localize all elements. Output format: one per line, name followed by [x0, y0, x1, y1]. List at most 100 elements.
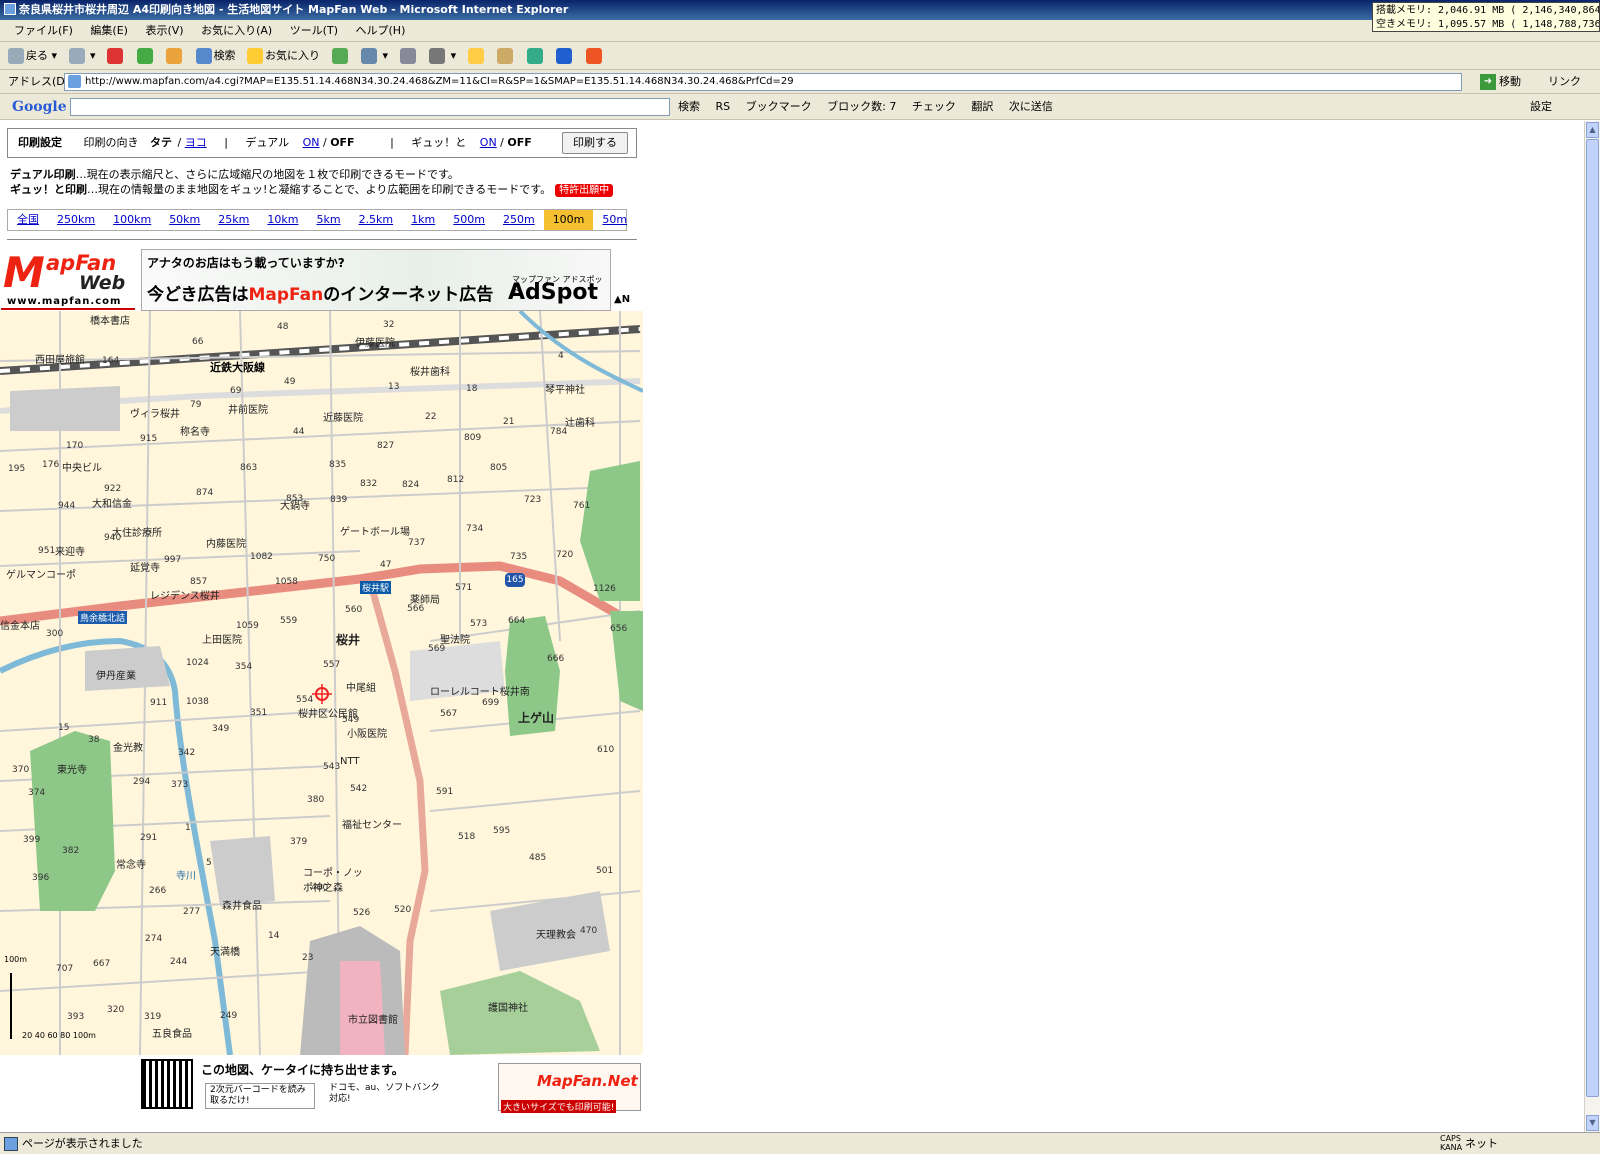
address-input[interactable]: http://www.mapfan.com/a4.cgi?MAP=E135.51… — [64, 73, 1462, 91]
go-button[interactable]: ➜ 移動 — [1480, 72, 1521, 92]
scale-5km[interactable]: 5km — [307, 210, 349, 230]
folder-button[interactable] — [467, 42, 486, 70]
map-label: 延覚寺 — [130, 563, 160, 574]
bookmarks-button[interactable]: ブックマーク — [746, 100, 812, 113]
scale-1km[interactable]: 1km — [402, 210, 444, 230]
block-number: 342 — [178, 748, 196, 758]
ie-icon — [4, 3, 16, 15]
scale-national[interactable]: 全国 — [8, 210, 48, 230]
translate-button[interactable]: 翻訳 — [971, 100, 993, 113]
portrait-option[interactable]: タテ — [150, 136, 172, 149]
scale-2-5km[interactable]: 2.5km — [350, 210, 403, 230]
scroll-up-arrow-icon[interactable]: ▲ — [1586, 122, 1599, 138]
block-number: 554 — [296, 695, 314, 705]
edit-button[interactable] — [497, 42, 515, 70]
ad-question: アナタのお店はもう載っていますか? — [147, 256, 345, 270]
go-arrow-icon: ➜ — [1480, 74, 1496, 90]
menu-view[interactable]: 表示(V) — [145, 24, 183, 37]
back-button[interactable]: 戻る ▾ — [8, 42, 57, 70]
printer-icon — [429, 48, 446, 64]
block-number: 812 — [447, 475, 465, 485]
map-view[interactable]: 近鉄大阪線 桜井 桜井駅 鳥余橋北詰 165 橋本書店 西田屋旅館 伊藤医院 桜… — [0, 311, 643, 1055]
messenger-button[interactable] — [526, 42, 545, 70]
menu-edit[interactable]: 編集(E) — [90, 24, 128, 37]
block-number: 560 — [345, 605, 363, 615]
block-number: 48 — [277, 322, 289, 332]
block-number: 1058 — [275, 577, 298, 587]
landscape-option[interactable]: ヨコ — [185, 136, 207, 149]
block-number: 571 — [455, 583, 473, 593]
block-number: 32 — [383, 320, 395, 330]
block-number: 5 — [206, 858, 212, 868]
addon-button[interactable] — [585, 42, 604, 70]
forward-button[interactable]: ▾ — [68, 42, 96, 70]
scale-500m[interactable]: 500m — [444, 210, 494, 230]
stop-button[interactable] — [107, 42, 125, 70]
menu-file[interactable]: ファイル(F) — [14, 24, 73, 37]
block-number: 38 — [88, 735, 100, 745]
search-button[interactable]: 検索 — [195, 42, 236, 70]
block-number: 761 — [573, 501, 591, 511]
block-number: 667 — [93, 959, 111, 969]
block-number: 164 — [102, 356, 120, 366]
dual-on-link[interactable]: ON — [303, 136, 320, 149]
block-number: 393 — [67, 1012, 85, 1022]
google-settings-button[interactable]: 設定 — [1530, 94, 1552, 120]
rs-button[interactable]: RS — [716, 100, 731, 113]
adspot-banner[interactable]: アナタのお店はもう載っていますか? 今どき広告はMapFanのインターネット広告… — [141, 249, 611, 311]
menu-tools[interactable]: ツール(T) — [290, 24, 338, 37]
gyutto-on-link[interactable]: ON — [480, 136, 497, 149]
back-arrow-icon — [8, 48, 24, 64]
scale-250km[interactable]: 250km — [48, 210, 104, 230]
block-number: 79 — [190, 400, 202, 410]
barcode-note: 2次元バーコードを読み取るだけ! — [205, 1083, 315, 1109]
map-label: 信金本店 — [0, 621, 40, 632]
bluetooth-button[interactable] — [556, 42, 574, 70]
scale-50m[interactable]: 50m — [593, 210, 636, 230]
google-search-input[interactable] — [70, 98, 670, 116]
scale-100km[interactable]: 100km — [104, 210, 160, 230]
vertical-scrollbar[interactable]: ▲ ▼ — [1584, 121, 1600, 1132]
window-title-bar: 奈良県桜井市桜井周辺 A4印刷向き地図 - 生活地図サイト MapFan Web… — [0, 0, 1600, 20]
block-number: 23 — [302, 953, 314, 963]
print-button[interactable]: 印刷する — [562, 132, 628, 154]
map-label: ゲルマンコーポ — [6, 570, 76, 581]
home-button[interactable] — [166, 42, 184, 70]
scale-50km[interactable]: 50km — [160, 210, 209, 230]
print-toolbar-button[interactable]: ▾ — [429, 42, 456, 70]
scale-250m[interactable]: 250m — [494, 210, 544, 230]
scroll-down-arrow-icon[interactable]: ▼ — [1586, 1115, 1599, 1131]
send-to-button[interactable]: 次に送信 — [1009, 100, 1053, 113]
block-number: 13 — [388, 382, 400, 392]
menu-favorites[interactable]: お気に入り(A) — [201, 24, 272, 37]
scale-10km[interactable]: 10km — [258, 210, 307, 230]
scale-100m-selected[interactable]: 100m — [543, 210, 594, 230]
scale-25km[interactable]: 25km — [209, 210, 258, 230]
mail-button[interactable] — [399, 42, 418, 70]
north-arrow: ▲N — [614, 294, 631, 305]
block-number: 559 — [280, 616, 298, 626]
links-button[interactable]: リンク — [1548, 70, 1581, 94]
history-button[interactable]: ▾ — [361, 42, 388, 70]
media-button[interactable] — [331, 42, 350, 70]
mapfan-net-banner[interactable]: MapFan.Net 大きいサイズでも印刷可能! — [498, 1063, 641, 1113]
map-label: 橋本書店 — [90, 316, 130, 327]
menu-help[interactable]: ヘルプ(H) — [356, 24, 406, 37]
block-number: 557 — [323, 660, 341, 670]
spell-check-button[interactable]: チェック — [912, 100, 956, 113]
block-number: 1059 — [236, 621, 259, 631]
refresh-button[interactable] — [136, 42, 155, 70]
block-number: 520 — [394, 905, 412, 915]
memory-monitor: 搭載メモリ: 2,046.91 MB ( 2,146,340,864 空きメモリ… — [1372, 2, 1600, 32]
dual-title: デュアル印刷 — [10, 168, 76, 181]
mobile-map-ad[interactable]: この地図、ケータイに持ち出せます。 2次元バーコードを読み取るだけ! ドコモ、a… — [141, 1057, 441, 1109]
popup-block-count[interactable]: ブロック数: 7 — [827, 100, 896, 113]
block-number: 319 — [144, 1012, 162, 1022]
station-sign: 桜井駅 — [360, 581, 392, 594]
favorites-button[interactable]: お気に入り — [247, 42, 320, 70]
block-number: 300 — [46, 629, 64, 639]
google-search-button[interactable]: 検索 — [678, 100, 700, 113]
mapfan-web-logo[interactable]: M apFan Web www.mapfan.com — [1, 248, 135, 310]
scroll-thumb[interactable] — [1586, 139, 1599, 1097]
history-icon — [361, 48, 378, 64]
